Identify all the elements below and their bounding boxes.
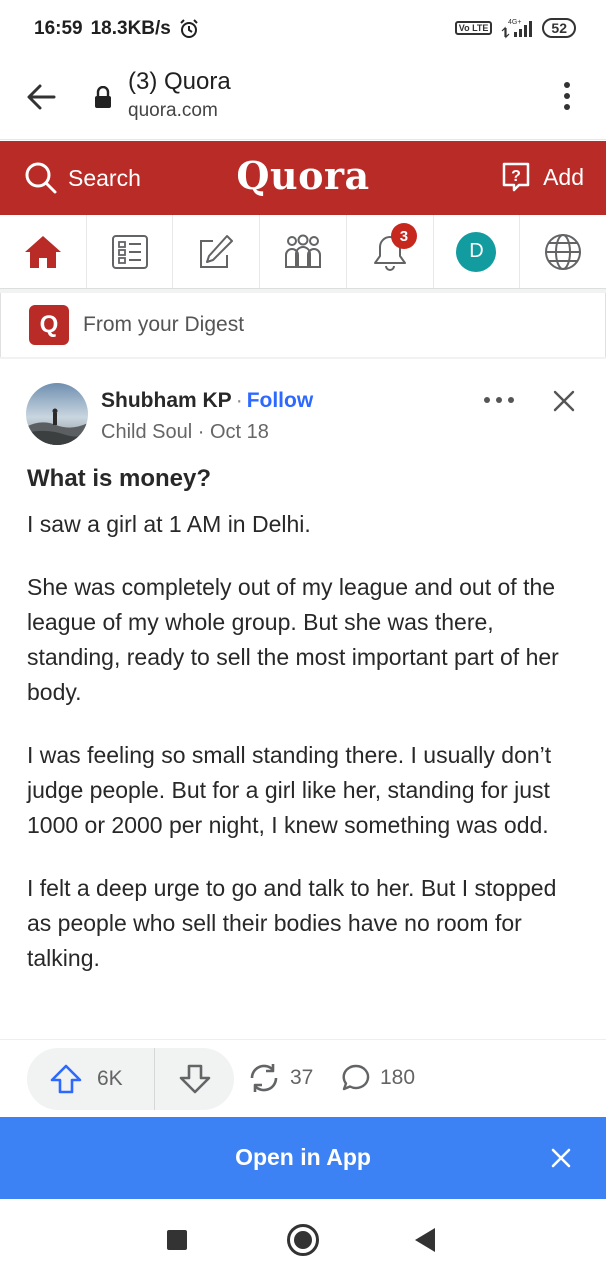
nav-profile[interactable]: D: [434, 215, 521, 288]
feed-post: Shubham KP · Follow Child Soul · Oct 18 Wh…: [0, 359, 606, 1039]
back-arrow-icon[interactable]: [24, 80, 58, 114]
follow-button[interactable]: Follow: [247, 389, 314, 412]
author-credential[interactable]: Child Soul: [101, 421, 192, 443]
notification-badge: 3: [390, 223, 417, 249]
question-title[interactable]: What is money?: [27, 465, 211, 493]
nav-answer[interactable]: [173, 215, 261, 288]
answer-body[interactable]: I saw a girl at 1 AM in Delhi. She was c…: [27, 507, 587, 1004]
author-photo: [26, 383, 88, 445]
share-cycle-icon: [250, 1064, 278, 1092]
comment-count: 180: [380, 1066, 416, 1089]
comment-button[interactable]: 180: [340, 1062, 415, 1094]
digest-logo: Q: [29, 305, 69, 345]
author-line: Shubham KP · Follow: [101, 389, 313, 413]
recents-icon[interactable]: [167, 1230, 187, 1250]
status-time: 16:59: [34, 18, 83, 39]
main-nav: 3 D: [0, 215, 606, 289]
menu-dot: [564, 93, 570, 99]
upvote-count: 6K: [97, 1067, 123, 1090]
share-count: 37: [290, 1066, 314, 1089]
network-type: 4G+: [508, 19, 521, 26]
add-label: Add: [543, 163, 584, 190]
author-avatar[interactable]: [26, 383, 88, 445]
home-icon: [24, 235, 61, 268]
close-icon[interactable]: [552, 389, 576, 413]
status-left: 16:59 18.3KB/s: [34, 18, 199, 40]
home-dot: [294, 1231, 312, 1249]
digest-header[interactable]: Q From your Digest: [0, 293, 606, 357]
open-in-app-button[interactable]: Open in App: [0, 1144, 606, 1171]
android-nav-bar: [0, 1199, 606, 1280]
status-speed: 18.3KB/s: [90, 18, 171, 39]
post-actions: 6K 37 180: [0, 1039, 606, 1117]
nav-notifications[interactable]: 3: [347, 215, 434, 288]
svg-text:?: ?: [511, 168, 521, 185]
share-button[interactable]: 37: [246, 1062, 313, 1094]
nav-spaces[interactable]: [260, 215, 347, 288]
vote-pill: 6K: [27, 1048, 234, 1110]
answer-paragraph: She was completely out of my league and …: [27, 574, 559, 705]
menu-dot: [564, 82, 570, 88]
nav-languages[interactable]: [520, 215, 606, 288]
browser-toolbar: (3) Quora quora.com: [0, 58, 606, 140]
upvote-button[interactable]: 6K: [27, 1048, 155, 1110]
list-icon: [111, 234, 148, 269]
author-meta: Child Soul · Oct 18: [101, 421, 269, 444]
nav-following[interactable]: [87, 215, 174, 288]
question-box-icon: ?: [502, 162, 530, 192]
volte-badge: Vo LTE: [454, 21, 493, 35]
answer-paragraph: I saw a girl at 1 AM in Delhi.: [27, 511, 311, 537]
battery-indicator: 52: [542, 18, 576, 38]
add-button[interactable]: ? Add: [501, 161, 584, 193]
answer-paragraph: I felt a deep urge to go and talk to her…: [27, 875, 557, 971]
avatar: D: [456, 231, 497, 272]
status-right: Vo LTE 4G+ 52: [454, 17, 576, 39]
page-title[interactable]: (3) Quora: [128, 68, 231, 96]
separator: ·: [197, 421, 205, 443]
alarm-icon: [180, 19, 198, 38]
answer-paragraph: I was feeling so small standing there. I…: [27, 742, 552, 838]
back-triangle-icon[interactable]: [415, 1228, 435, 1252]
nav-home[interactable]: [0, 215, 87, 288]
more-dot: [484, 397, 490, 403]
people-icon: [285, 234, 322, 268]
status-bar: 16:59 18.3KB/s Vo LTE 4G+ 52: [0, 0, 606, 58]
comment-icon: [342, 1064, 370, 1091]
downvote-button[interactable]: [155, 1063, 234, 1095]
close-icon[interactable]: [549, 1146, 573, 1170]
post-date[interactable]: Oct 18: [210, 421, 269, 443]
signal-icon: 4G+: [501, 19, 533, 39]
digest-label: From your Digest: [83, 313, 245, 336]
browser-menu-button[interactable]: [556, 78, 578, 114]
author-name[interactable]: Shubham KP: [101, 389, 232, 412]
pencil-square-icon: [200, 234, 234, 268]
menu-dot: [564, 104, 570, 110]
home-button-icon[interactable]: [287, 1224, 319, 1256]
more-dot: [496, 397, 502, 403]
lock-icon[interactable]: [94, 86, 112, 108]
downvote-arrow-icon: [179, 1064, 210, 1094]
quora-header: Search Quora ? Add: [0, 141, 606, 215]
globe-icon: [545, 233, 582, 270]
separator: ·: [235, 389, 243, 412]
open-in-app-banner: Open in App: [0, 1117, 606, 1199]
more-dot: [508, 397, 514, 403]
url-host[interactable]: quora.com: [128, 100, 218, 122]
upvote-arrow-icon: [50, 1064, 82, 1094]
more-options-button[interactable]: [484, 397, 514, 403]
